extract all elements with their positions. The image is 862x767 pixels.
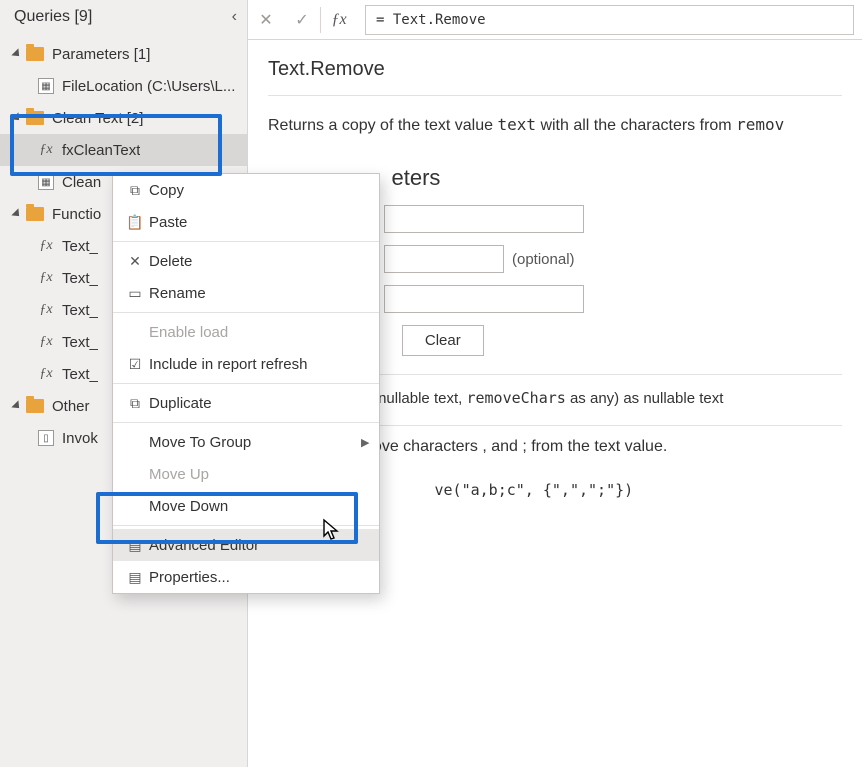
menu-item-properties[interactable]: ▤ Properties...	[113, 561, 379, 593]
item-label: Text_	[62, 302, 98, 319]
function-icon: ƒx	[38, 238, 54, 254]
item-label: Text_	[62, 366, 98, 383]
paste-icon: 📋	[121, 214, 149, 231]
table-icon: ▦	[38, 174, 54, 190]
group-label: Functio	[52, 206, 101, 223]
menu-item-move-up: Move Up	[113, 458, 379, 490]
clear-button[interactable]: Clear	[402, 325, 484, 356]
item-label: fxCleanText	[62, 142, 140, 159]
menu-separator	[113, 241, 379, 242]
menu-separator	[113, 383, 379, 384]
tree-item-fxcleantext[interactable]: ƒx fxCleanText	[0, 134, 247, 166]
menu-item-advanced-editor[interactable]: ▤ Advanced Editor	[113, 529, 379, 561]
check-icon: ☑	[121, 356, 149, 373]
group-label: Parameters [1]	[52, 46, 150, 63]
group-label: Clean Text [2]	[52, 110, 143, 127]
expand-icon	[11, 400, 22, 411]
doc-description: Returns a copy of the text value text wi…	[268, 96, 842, 159]
tree-group-cleantext[interactable]: Clean Text [2]	[0, 102, 247, 134]
menu-item-delete[interactable]: ✕ Delete	[113, 245, 379, 277]
sidebar-title: Queries [9]	[14, 8, 92, 26]
tree-group-parameters[interactable]: Parameters [1]	[0, 38, 247, 70]
rename-icon: ▭	[121, 285, 149, 302]
menu-separator	[113, 312, 379, 313]
menu-item-move-down[interactable]: Move Down	[113, 490, 379, 522]
function-icon: ƒx	[38, 302, 54, 318]
menu-separator	[113, 422, 379, 423]
parameter-icon: ▦	[38, 78, 54, 94]
collapse-sidebar-button[interactable]: ‹	[232, 8, 237, 26]
item-label: Clean	[62, 174, 101, 191]
expand-icon	[11, 112, 22, 123]
param-extra-input[interactable]	[384, 285, 584, 313]
fx-icon: ƒx	[321, 11, 357, 29]
menu-item-rename[interactable]: ▭ Rename	[113, 277, 379, 309]
formula-input[interactable]	[365, 5, 854, 35]
param-text-input[interactable]	[384, 205, 584, 233]
tree-item-filelocation[interactable]: ▦ FileLocation (C:\Users\L...	[0, 70, 247, 102]
doc-icon: ▯	[38, 430, 54, 446]
duplicate-icon: ⧉	[121, 395, 149, 412]
menu-item-copy[interactable]: ⧉ Copy	[113, 174, 379, 206]
item-label: Text_	[62, 334, 98, 351]
menu-item-paste[interactable]: 📋 Paste	[113, 206, 379, 238]
menu-item-include-refresh[interactable]: ☑ Include in report refresh	[113, 348, 379, 380]
group-label: Other	[52, 398, 90, 415]
cancel-formula-button[interactable]: ✕	[248, 10, 284, 30]
item-label: Text_	[62, 238, 98, 255]
doc-title: Text.Remove	[268, 58, 842, 81]
folder-icon	[26, 399, 44, 413]
properties-icon: ▤	[121, 569, 149, 586]
item-label: Text_	[62, 270, 98, 287]
folder-icon	[26, 47, 44, 61]
expand-icon	[11, 48, 22, 59]
item-label: FileLocation (C:\Users\L...	[62, 78, 235, 95]
sidebar-header: Queries [9] ‹	[0, 0, 247, 34]
expand-icon	[11, 208, 22, 219]
submenu-arrow-icon: ▶	[361, 436, 379, 449]
folder-icon	[26, 207, 44, 221]
menu-item-duplicate[interactable]: ⧉ Duplicate	[113, 387, 379, 419]
function-icon: ƒx	[38, 270, 54, 286]
folder-icon	[26, 111, 44, 125]
copy-icon: ⧉	[121, 182, 149, 199]
menu-separator	[113, 525, 379, 526]
function-icon: ƒx	[38, 366, 54, 382]
formula-bar: ✕ ✓ ƒx	[248, 0, 862, 40]
item-label: Invok	[62, 430, 98, 447]
param-removechars-input[interactable]	[384, 245, 504, 273]
optional-label: (optional)	[512, 251, 575, 268]
menu-item-enable-load: Enable load	[113, 316, 379, 348]
editor-icon: ▤	[121, 537, 149, 554]
accept-formula-button[interactable]: ✓	[284, 10, 320, 30]
context-menu: ⧉ Copy 📋 Paste ✕ Delete ▭ Rename Enable …	[112, 173, 380, 594]
delete-icon: ✕	[121, 253, 149, 270]
menu-item-move-to-group[interactable]: Move To Group ▶	[113, 426, 379, 458]
function-icon: ƒx	[38, 142, 54, 158]
function-icon: ƒx	[38, 334, 54, 350]
